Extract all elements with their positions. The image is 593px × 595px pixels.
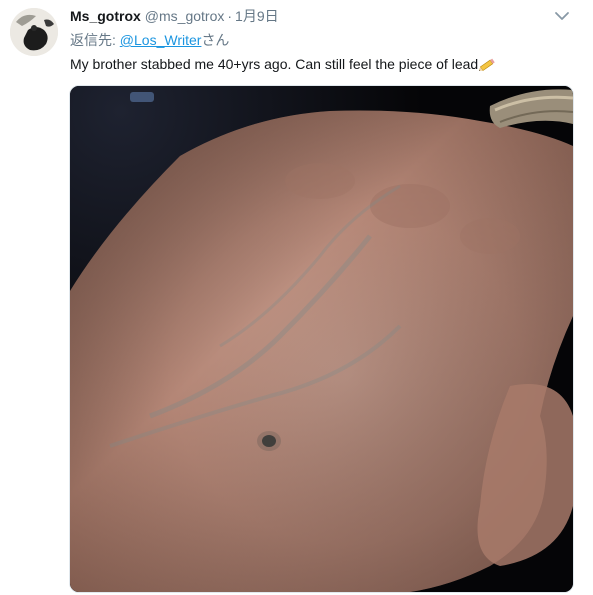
- avatar-icon: [10, 8, 58, 56]
- tweet-date[interactable]: 1月9日: [235, 8, 279, 24]
- author-handle[interactable]: @ms_gotrox: [145, 8, 225, 24]
- more-options-button[interactable]: [553, 7, 571, 25]
- tweet-text-body: My brother stabbed me 40+yrs ago. Can st…: [70, 56, 479, 72]
- reply-prefix: 返信先:: [70, 32, 120, 48]
- author-name[interactable]: Ms_gotrox: [70, 8, 141, 24]
- hand-photo-image: [70, 86, 573, 592]
- reply-suffix: さん: [201, 32, 230, 48]
- pencil-emoji-icon: [478, 56, 497, 76]
- reply-mention-link[interactable]: @Los_Writer: [120, 32, 202, 48]
- tweet-photo[interactable]: [69, 85, 574, 593]
- chevron-down-icon: [555, 12, 569, 20]
- tweet-text: My brother stabbed me 40+yrs ago. Can st…: [70, 55, 497, 76]
- tweet-header: Ms_gotrox @ms_gotrox · 1月9日: [70, 7, 279, 25]
- reply-context: 返信先: @Los_Writerさん: [70, 31, 229, 49]
- avatar[interactable]: [10, 8, 58, 56]
- tweet: Ms_gotrox @ms_gotrox · 1月9日 返信先: @Los_Write…: [0, 0, 593, 595]
- separator-dot: ·: [227, 8, 233, 24]
